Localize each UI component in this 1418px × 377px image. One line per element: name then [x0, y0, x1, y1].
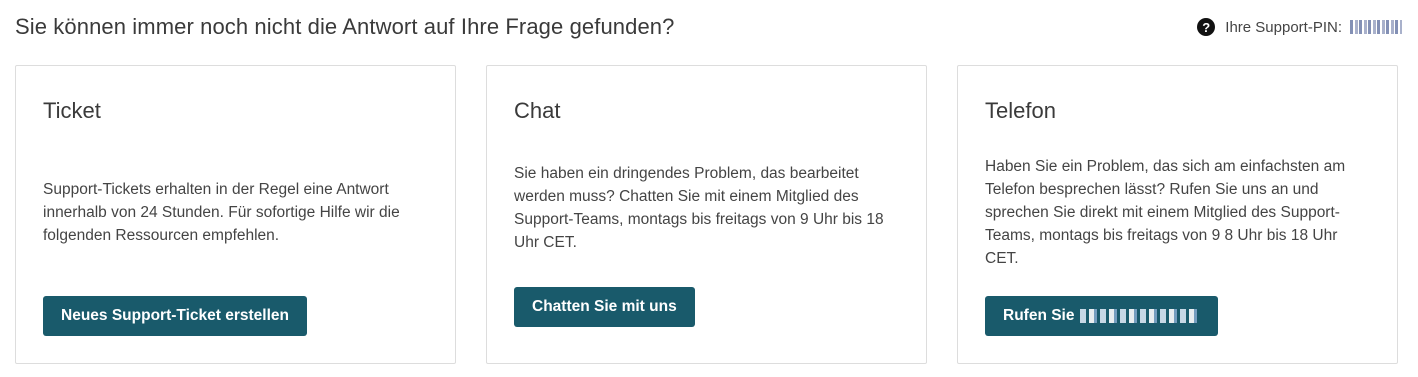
phone-card-text: Haben Sie ein Problem, das sich am einfa…	[985, 158, 1346, 267]
chat-card-title: Chat	[514, 98, 561, 123]
phone-card: Telefon Haben Sie ein Problem, das sich …	[957, 65, 1398, 364]
page-title: Sie können immer noch nicht die Antwort …	[15, 14, 675, 39]
chat-card: Chat Sie haben ein dringendes Problem, d…	[486, 65, 927, 364]
chat-card-text: Sie haben ein dringendes Problem, das be…	[514, 165, 884, 251]
phone-card-title: Telefon	[985, 98, 1056, 123]
start-chat-button[interactable]: Chatten Sie mit uns	[514, 287, 695, 327]
support-page: Sie können immer noch nicht die Antwort …	[0, 0, 1418, 377]
support-pin: ? Ihre Support-PIN:	[1197, 18, 1402, 36]
support-pin-value	[1350, 20, 1402, 34]
ticket-card-text: Support-Tickets erhalten in der Regel ei…	[43, 181, 400, 244]
call-us-button[interactable]: Rufen Sie	[985, 296, 1219, 336]
call-us-button-label: Rufen Sie	[1003, 307, 1075, 324]
create-ticket-button[interactable]: Neues Support-Ticket erstellen	[43, 296, 307, 336]
question-circle-icon[interactable]: ?	[1197, 18, 1216, 36]
support-pin-label: Ihre Support-PIN:	[1225, 18, 1342, 36]
ticket-card-title: Ticket	[43, 98, 101, 123]
ticket-card: Ticket Support-Tickets erhalten in der R…	[15, 65, 456, 364]
phone-number-redacted	[1080, 309, 1201, 323]
